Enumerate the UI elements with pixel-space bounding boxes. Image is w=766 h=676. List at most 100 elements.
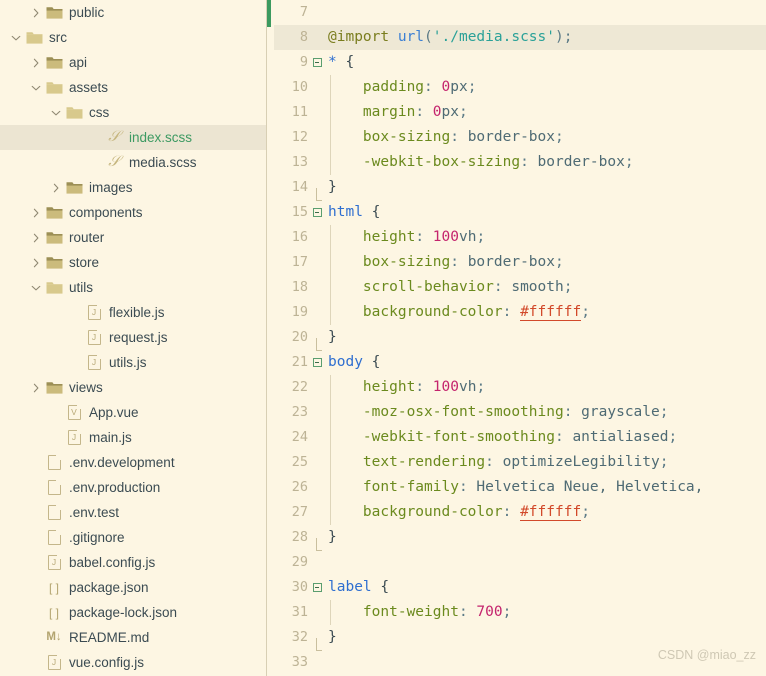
json-file-icon: [ ] [48,605,59,620]
explorer-folder-row[interactable]: css [0,100,266,125]
explorer-folder-row[interactable]: public [0,0,266,25]
explorer-file-row[interactable]: Jvue.config.js [0,650,266,675]
code-line[interactable]: 26 font-family: Helvetica Neue, Helvetic… [274,475,766,500]
indent-guide [330,425,331,450]
code-line[interactable]: 11 margin: 0px; [274,100,766,125]
line-number: 8 [299,29,308,45]
code-line[interactable]: 7 [274,0,766,25]
code-text: } [326,525,337,550]
explorer-item-label: views [69,380,103,395]
chevron-down-icon[interactable] [8,33,24,43]
code-text: background-color: #ffffff; [326,300,590,325]
explorer-folder-row[interactable]: src [0,25,266,50]
chevron-down-icon[interactable] [28,83,44,93]
code-line[interactable]: 14} [274,175,766,201]
code-token: : [415,229,433,245]
explorer-folder-row[interactable]: components [0,200,266,225]
chevron-right-icon[interactable] [28,258,44,268]
explorer-file-row[interactable]: .gitignore [0,525,266,550]
fold-collapse-icon[interactable] [308,208,326,217]
code-line[interactable]: 32} [274,625,766,651]
code-line[interactable]: 27 background-color: #ffffff; [274,500,766,525]
code-line[interactable]: 23 -moz-osx-font-smoothing: grayscale; [274,400,766,425]
chevron-right-icon[interactable] [28,233,44,243]
folder-icon [44,231,64,245]
fold-collapse-icon[interactable] [308,583,326,592]
explorer-file-row[interactable]: Jmain.js [0,425,266,450]
code-line[interactable]: 20} [274,325,766,351]
code-line[interactable]: 30 label { [274,575,766,600]
explorer-folder-row[interactable]: views [0,375,266,400]
explorer-file-row[interactable]: 𝒮media.scss [0,150,266,175]
explorer-file-row[interactable]: [ ] package-lock.json [0,600,266,625]
fold-collapse-icon[interactable] [308,358,326,367]
vscode-window: public src api assets css 𝒮index.scss 𝒮media.s… [0,0,766,676]
file-icon: J [44,654,64,670]
code-token: font-family [328,479,459,495]
chevron-right-icon[interactable] [28,383,44,393]
chevron-down-icon[interactable] [48,108,64,118]
chevron-right-icon[interactable] [28,58,44,68]
explorer-file-row[interactable]: .env.test [0,500,266,525]
explorer-file-row[interactable]: Jrequest.js [0,325,266,350]
explorer-folder-row[interactable]: store [0,250,266,275]
code-line[interactable]: 16 height: 100vh; [274,225,766,250]
explorer-file-row[interactable]: [ ] package.json [0,575,266,600]
chevron-right-icon[interactable] [48,183,64,193]
code-line[interactable]: 9 * { [274,50,766,75]
code-line[interactable]: 10 padding: 0px; [274,75,766,100]
explorer-folder-row[interactable]: api [0,50,266,75]
code-token: smooth [511,279,564,295]
explorer-folder-row[interactable]: assets [0,75,266,100]
explorer-file-row[interactable]: Jutils.js [0,350,266,375]
code-content[interactable]: 7 8 @import url('./media.scss'); 9 * {10 pad… [274,0,766,676]
code-line[interactable]: 29 [274,550,766,575]
code-text: @import url('./media.scss'); [326,25,572,50]
git-change-marker [267,0,271,27]
explorer-folder-row[interactable]: utils [0,275,266,300]
line-number: 27 [291,504,308,520]
explorer-folder-row[interactable]: router [0,225,266,250]
code-editor-pane[interactable]: 7 8 @import url('./media.scss'); 9 * {10 pad… [266,0,766,676]
folder-icon [44,56,64,70]
line-number: 22 [291,379,308,395]
code-line[interactable]: 28} [274,525,766,551]
code-line[interactable]: 19 background-color: #ffffff; [274,300,766,325]
code-token: scroll-behavior [328,279,494,295]
code-token: url [397,29,425,45]
explorer-item-label: media.scss [129,155,197,170]
code-line[interactable]: 13 -webkit-box-sizing: border-box; [274,150,766,175]
explorer-item-label: .env.development [69,455,175,470]
chevron-right-icon[interactable] [28,8,44,18]
file-icon: M↓ [44,631,64,644]
code-line[interactable]: 21 body { [274,350,766,375]
fold-collapse-icon[interactable] [308,58,326,67]
code-line[interactable]: 24 -webkit-font-smoothing: antialiased; [274,425,766,450]
explorer-file-row[interactable]: Jflexible.js [0,300,266,325]
file-icon: J [84,329,104,345]
code-line[interactable]: 8 @import url('./media.scss'); [274,25,766,50]
code-line[interactable]: 22 height: 100vh; [274,375,766,400]
chevron-down-icon[interactable] [28,283,44,293]
js-file-icon: J [87,329,101,345]
code-line[interactable]: 17 box-sizing: border-box; [274,250,766,275]
line-number: 26 [291,479,308,495]
code-line[interactable]: 18 scroll-behavior: smooth; [274,275,766,300]
explorer-file-row[interactable]: Jbabel.config.js [0,550,266,575]
code-line[interactable]: 12 box-sizing: border-box; [274,125,766,150]
chevron-right-icon[interactable] [28,208,44,218]
code-line[interactable]: 15 html { [274,200,766,225]
file-explorer-sidebar[interactable]: public src api assets css 𝒮index.scss 𝒮media.s… [0,0,266,676]
explorer-file-row[interactable]: V App.vue [0,400,266,425]
explorer-folder-row[interactable]: images [0,175,266,200]
explorer-file-row[interactable]: M↓ README.md [0,625,266,650]
explorer-file-row[interactable]: .env.development [0,450,266,475]
code-line[interactable]: 25 text-rendering: optimizeLegibility; [274,450,766,475]
explorer-item-label: components [69,205,143,220]
explorer-file-row[interactable]: .env.production [0,475,266,500]
explorer-item-label: request.js [109,330,168,345]
code-token: font-weight [328,604,459,620]
code-line[interactable]: 31 font-weight: 700; [274,600,766,625]
explorer-file-row[interactable]: 𝒮index.scss [0,125,266,150]
